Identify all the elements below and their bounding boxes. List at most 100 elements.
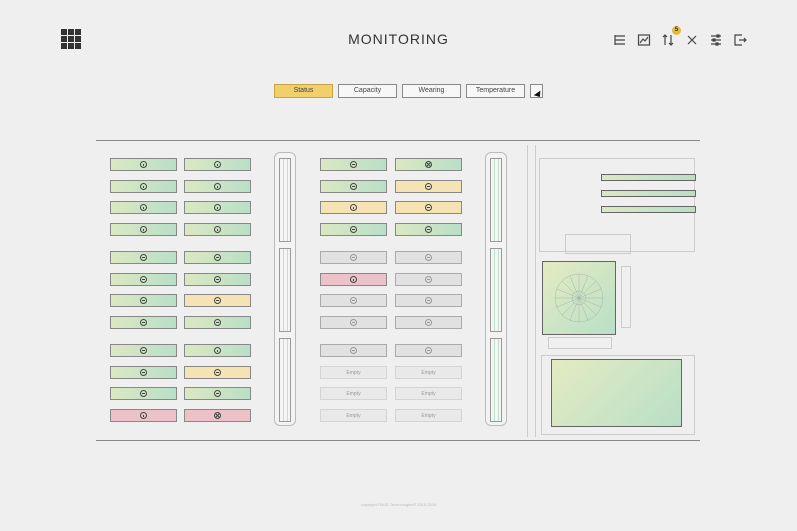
chart-icon-button[interactable] <box>636 32 652 48</box>
ok-icon <box>140 369 147 376</box>
drive-slot[interactable] <box>110 180 177 193</box>
drive-slot[interactable]: Empty <box>395 409 462 422</box>
ok-icon <box>214 369 221 376</box>
view-tabs: Status Capacity Wearing Temperature <box>274 84 543 98</box>
close-icon-button[interactable] <box>684 32 700 48</box>
ok-icon <box>425 347 432 354</box>
drive-slot[interactable] <box>395 344 462 357</box>
drive-slot[interactable] <box>320 294 387 307</box>
drive-slot[interactable]: Empty <box>320 366 387 379</box>
drive-slot[interactable]: Empty <box>320 387 387 400</box>
status-bar[interactable] <box>601 174 696 181</box>
drive-slot[interactable] <box>184 223 251 236</box>
drive-slot[interactable] <box>184 344 251 357</box>
warning-icon <box>214 204 221 211</box>
drive-slot[interactable] <box>110 201 177 214</box>
drive-slot[interactable] <box>395 273 462 286</box>
drive-slot[interactable] <box>395 223 462 236</box>
status-bar[interactable] <box>601 206 696 213</box>
drive-slot[interactable] <box>395 316 462 329</box>
warning-icon <box>140 161 147 168</box>
drive-slot[interactable] <box>110 344 177 357</box>
error-icon <box>425 161 432 168</box>
empty-slot-label: Empty <box>421 412 436 419</box>
sliders-icon-button[interactable] <box>708 32 724 48</box>
drive-slot[interactable] <box>320 158 387 171</box>
drive-slot[interactable] <box>110 409 177 422</box>
drive-slot[interactable] <box>110 158 177 171</box>
connector-segment[interactable] <box>490 338 502 422</box>
drive-slot[interactable] <box>184 316 251 329</box>
drive-slot[interactable] <box>110 387 177 400</box>
ok-icon <box>214 319 221 326</box>
empty-slot-label: Empty <box>421 390 436 397</box>
connector-segment[interactable] <box>490 158 502 242</box>
storage-module[interactable] <box>551 359 682 427</box>
drive-slot[interactable] <box>395 158 462 171</box>
drive-slot[interactable] <box>320 201 387 214</box>
sort-icon-button[interactable]: 5 <box>660 26 681 48</box>
tab-wearing[interactable]: Wearing <box>402 84 461 98</box>
drive-slot[interactable] <box>184 273 251 286</box>
status-bar[interactable] <box>601 190 696 197</box>
empty-slot-label: Empty <box>346 390 361 397</box>
tab-status[interactable]: Status <box>274 84 333 98</box>
ok-icon <box>425 204 432 211</box>
drive-slot[interactable] <box>184 251 251 264</box>
drive-slot[interactable] <box>110 251 177 264</box>
drive-slot[interactable] <box>320 273 387 286</box>
sort-icon <box>662 34 674 46</box>
drive-slot[interactable]: Empty <box>395 387 462 400</box>
drive-slot[interactable] <box>395 251 462 264</box>
warning-icon <box>214 183 221 190</box>
drive-slot[interactable]: Empty <box>320 409 387 422</box>
drive-slot[interactable] <box>184 294 251 307</box>
connector-segment[interactable] <box>490 248 502 332</box>
tab-capacity[interactable]: Capacity <box>338 84 397 98</box>
drive-slot[interactable]: Empty <box>395 366 462 379</box>
drive-slot[interactable] <box>320 344 387 357</box>
drive-slot[interactable] <box>184 387 251 400</box>
empty-slot-label: Empty <box>346 412 361 419</box>
ok-icon <box>214 254 221 261</box>
module-outline <box>621 266 631 328</box>
drive-slot[interactable] <box>110 316 177 329</box>
drive-slot[interactable] <box>320 223 387 236</box>
panel-top-border <box>96 140 700 141</box>
drive-slot[interactable] <box>320 316 387 329</box>
ok-icon <box>425 183 432 190</box>
drive-slot[interactable] <box>110 366 177 379</box>
drive-slot[interactable] <box>395 180 462 193</box>
drive-slot[interactable] <box>184 180 251 193</box>
drive-slot[interactable] <box>110 294 177 307</box>
warning-icon <box>140 226 147 233</box>
list-icon <box>614 35 625 45</box>
ok-icon <box>214 276 221 283</box>
drive-slot[interactable] <box>110 273 177 286</box>
fan-unit[interactable] <box>542 261 616 335</box>
drive-slot[interactable] <box>110 223 177 236</box>
sliders-icon <box>711 34 721 46</box>
drive-slot[interactable] <box>184 158 251 171</box>
tab-temperature[interactable]: Temperature <box>466 84 525 98</box>
drive-slot[interactable] <box>395 294 462 307</box>
connector-segment[interactable] <box>279 158 291 242</box>
close-icon <box>687 35 697 45</box>
ok-icon <box>140 347 147 354</box>
logout-icon-button[interactable] <box>732 32 748 48</box>
list-icon-button[interactable] <box>612 32 628 48</box>
error-icon <box>214 412 221 419</box>
drive-slot[interactable] <box>184 409 251 422</box>
drive-slot[interactable] <box>320 251 387 264</box>
drive-slot[interactable] <box>184 366 251 379</box>
copyright-footer: copyright PAUD Technologies® 2015-2016 <box>360 502 437 507</box>
drive-slot[interactable] <box>320 180 387 193</box>
connector-segment[interactable] <box>279 248 291 332</box>
drive-slot[interactable] <box>184 201 251 214</box>
drive-slot[interactable] <box>395 201 462 214</box>
warning-icon <box>350 276 357 283</box>
ok-icon <box>350 347 357 354</box>
fan-icon <box>554 273 604 323</box>
connector-segment[interactable] <box>279 338 291 422</box>
ok-icon <box>425 319 432 326</box>
